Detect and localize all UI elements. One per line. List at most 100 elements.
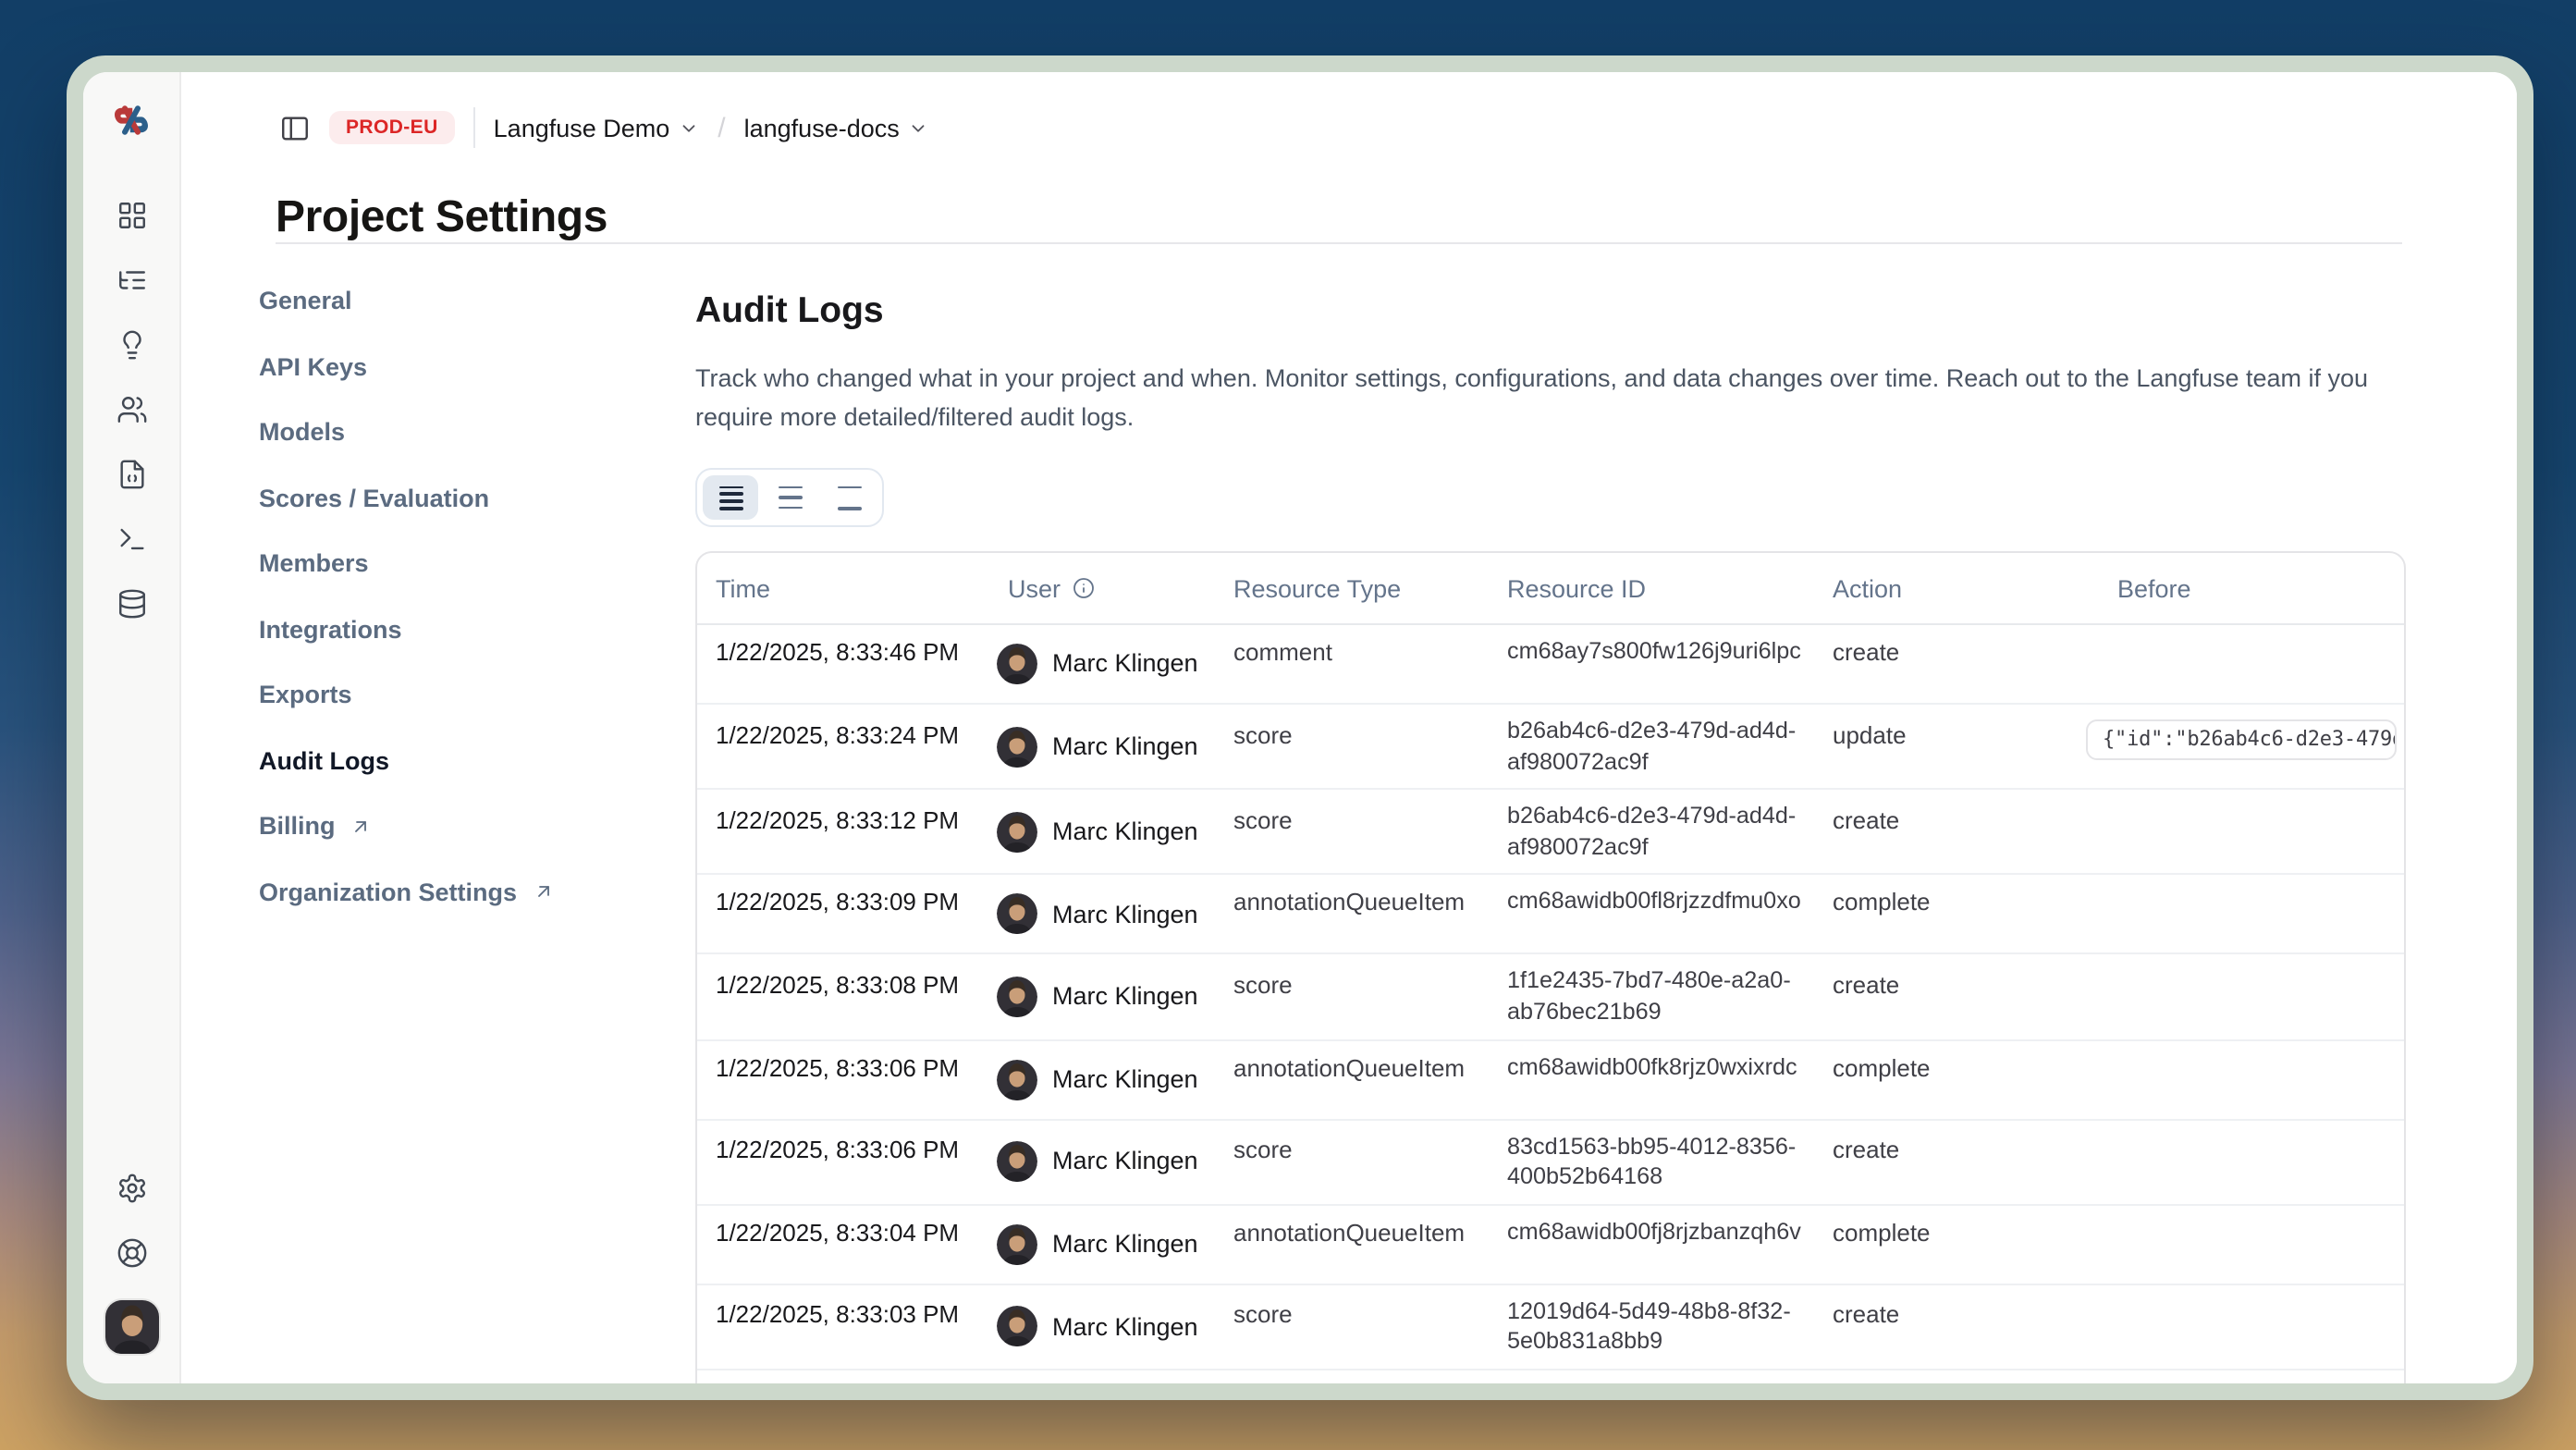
page-title: Project Settings [276,192,607,244]
settings-nav-item[interactable]: API Keys [251,334,677,399]
playground-terminal-icon[interactable] [100,507,163,571]
prompts-lightbulb-icon[interactable] [100,313,163,377]
cell-action: complete [1814,1040,2086,1118]
column-header-before[interactable]: Before [2086,574,2404,602]
settings-nav-label: Billing [259,813,336,841]
chevron-down-icon [679,117,699,138]
section-description: Track who changed what in your project a… [695,359,2387,436]
main-panel: PROD-EU Langfuse Demo / langfuse-docs Pr… [181,72,2517,1383]
before-json-chip[interactable]: {"id":"b26ab4c6-d2e3-479d-a [2086,719,2397,760]
user-photo-avatar [997,644,1037,684]
sidebar-toggle-icon[interactable] [277,111,311,144]
cell-resource-type: score [1215,793,1489,871]
app-window-content: PROD-EU Langfuse Demo / langfuse-docs Pr… [83,72,2517,1383]
column-header-time[interactable]: Time [697,574,989,602]
org-switcher[interactable]: Langfuse Demo [494,114,700,141]
settings-nav-item[interactable]: Audit Logs [251,728,677,793]
cell-action: create [1814,1373,2086,1383]
cell-before [2086,625,2404,703]
cell-before [2086,1040,2404,1118]
cell-before: {"id":"b26ab4c6-d2e3-479d-a [2086,707,2404,785]
settings-nav-item[interactable]: Integrations [251,596,677,662]
cell-user: Marc Klingen [989,707,1215,785]
table-row[interactable]: 1/22/2025, 8:33:06 PM Marc Klingen score… [697,1120,2404,1205]
settings-nav-label: Audit Logs [259,747,389,775]
cell-time: 1/22/2025, 8:33:08 PM [697,958,989,1036]
cell-time: 1/22/2025, 8:33:09 PM [697,876,989,953]
settings-nav-label: Organization Settings [259,879,517,906]
settings-nav-item[interactable]: Billing [251,793,677,859]
user-photo-avatar [997,977,1037,1017]
cell-user: Marc Klingen [989,958,1215,1036]
settings-nav-label: Integrations [259,616,402,644]
settings-nav-item[interactable]: Exports [251,662,677,728]
column-header-user[interactable]: User [989,574,1215,602]
user-name: Marc Klingen [1052,1063,1198,1097]
users-icon[interactable] [100,377,163,442]
row-height-option-medium[interactable] [762,475,817,520]
row-height-option-small[interactable] [703,475,758,520]
desktop-background: PROD-EU Langfuse Demo / langfuse-docs Pr… [0,0,2576,1450]
tracing-tree-icon[interactable] [100,248,163,313]
cell-time: 1/22/2025, 8:33:04 PM [697,1206,989,1284]
settings-nav-label: Exports [259,682,352,709]
cell-resource-id: cm68ay7s800fw126j9uri6lpc [1489,625,1814,703]
user-photo-avatar [997,1142,1037,1183]
info-icon [1072,577,1094,599]
cell-action: create [1814,1124,2086,1201]
table-header-row: Time User Resource Type Resource ID Acti… [697,553,2404,625]
table-row[interactable]: 1/22/2025, 8:33:08 PM Marc Klingen score… [697,955,2404,1040]
settings-nav-item[interactable]: General [251,268,677,334]
cell-time: 1/22/2025, 8:33:46 PM [697,625,989,703]
table-row[interactable]: 1/22/2025, 8:33:12 PM Marc Klingen score… [697,790,2404,875]
dashboard-icon[interactable] [100,183,163,248]
support-lifebuoy-icon[interactable] [100,1221,163,1285]
datasets-database-icon[interactable] [100,571,163,636]
user-name: Marc Klingen [1052,647,1198,681]
table-row[interactable]: 1/22/2025, 8:33:06 PM Marc Klingen annot… [697,1040,2404,1120]
table-body: 1/22/2025, 8:33:46 PM Marc Klingen comme… [697,625,2404,1383]
settings-nav-item[interactable]: Models [251,399,677,465]
cell-user: Marc Klingen [989,625,1215,703]
settings-nav-item[interactable]: Members [251,531,677,596]
audit-logs-section: Audit Logs Track who changed what in you… [695,290,2402,1383]
cell-resource-type: annotationQueueItem [1215,1206,1489,1284]
cell-resource-id: cm68awidb00fl8rjzzdfmu0xo [1489,876,1814,953]
row-height-option-large[interactable] [821,475,877,520]
settings-nav-item[interactable]: Organization Settings [251,859,677,925]
settings-nav-item[interactable]: Scores / Evaluation [251,465,677,531]
cell-resource-id: b26ab4c6-d2e3-479d-ad4d-af980072ac9f [1489,705,1814,788]
cell-time: 1/22/2025, 8:33:03 PM [697,1288,989,1366]
app-window: PROD-EU Langfuse Demo / langfuse-docs Pr… [67,55,2533,1400]
cell-resource-type: score [1215,1288,1489,1366]
column-header-action[interactable]: Action [1814,574,2086,602]
table-row[interactable]: 1/22/2025, 8:33:09 PM Marc Klingen annot… [697,876,2404,955]
cell-action: complete [1814,1206,2086,1284]
project-switcher[interactable]: langfuse-docs [744,114,929,141]
cell-action: create [1814,958,2086,1036]
user-name: Marc Klingen [1052,1146,1198,1179]
table-row[interactable]: 1/22/2025, 8:33:04 PM Marc Klingen annot… [697,1206,2404,1285]
cell-resource-id: 12019d64-5d49-48b8-8f32-5e0b831a8bb9 [1489,1285,1814,1369]
cell-resource-id: 83cd1563-bb95-4012-8356-400b52b64168 [1489,1120,1814,1203]
table-row[interactable]: 1/22/2025, 8:32:26 PM Marc Klingen annot… [697,1370,2404,1383]
cell-user: Marc Klingen [989,1373,1215,1383]
row-height-toggle-group [695,468,884,527]
column-header-resource-id[interactable]: Resource ID [1489,574,1814,602]
cell-user: Marc Klingen [989,1040,1215,1118]
section-title: Audit Logs [695,290,2402,333]
user-avatar[interactable] [104,1300,158,1354]
user-photo-avatar [997,1059,1037,1100]
table-row[interactable]: 1/22/2025, 8:33:03 PM Marc Klingen score… [697,1285,2404,1370]
table-row[interactable]: 1/22/2025, 8:33:24 PM Marc Klingen score… [697,705,2404,790]
cell-resource-type: annotationQueueItem [1215,1373,1489,1383]
column-header-resource-type[interactable]: Resource Type [1215,574,1489,602]
table-row[interactable]: 1/22/2025, 8:33:46 PM Marc Klingen comme… [697,625,2404,705]
chevron-down-icon [909,117,929,138]
langfuse-logo-icon[interactable] [109,98,153,142]
evaluation-file-code-icon[interactable] [100,442,163,507]
settings-gear-icon[interactable] [100,1156,163,1221]
external-link-icon [350,816,373,838]
settings-nav-label: API Keys [259,353,367,381]
user-name: Marc Klingen [1052,1310,1198,1344]
